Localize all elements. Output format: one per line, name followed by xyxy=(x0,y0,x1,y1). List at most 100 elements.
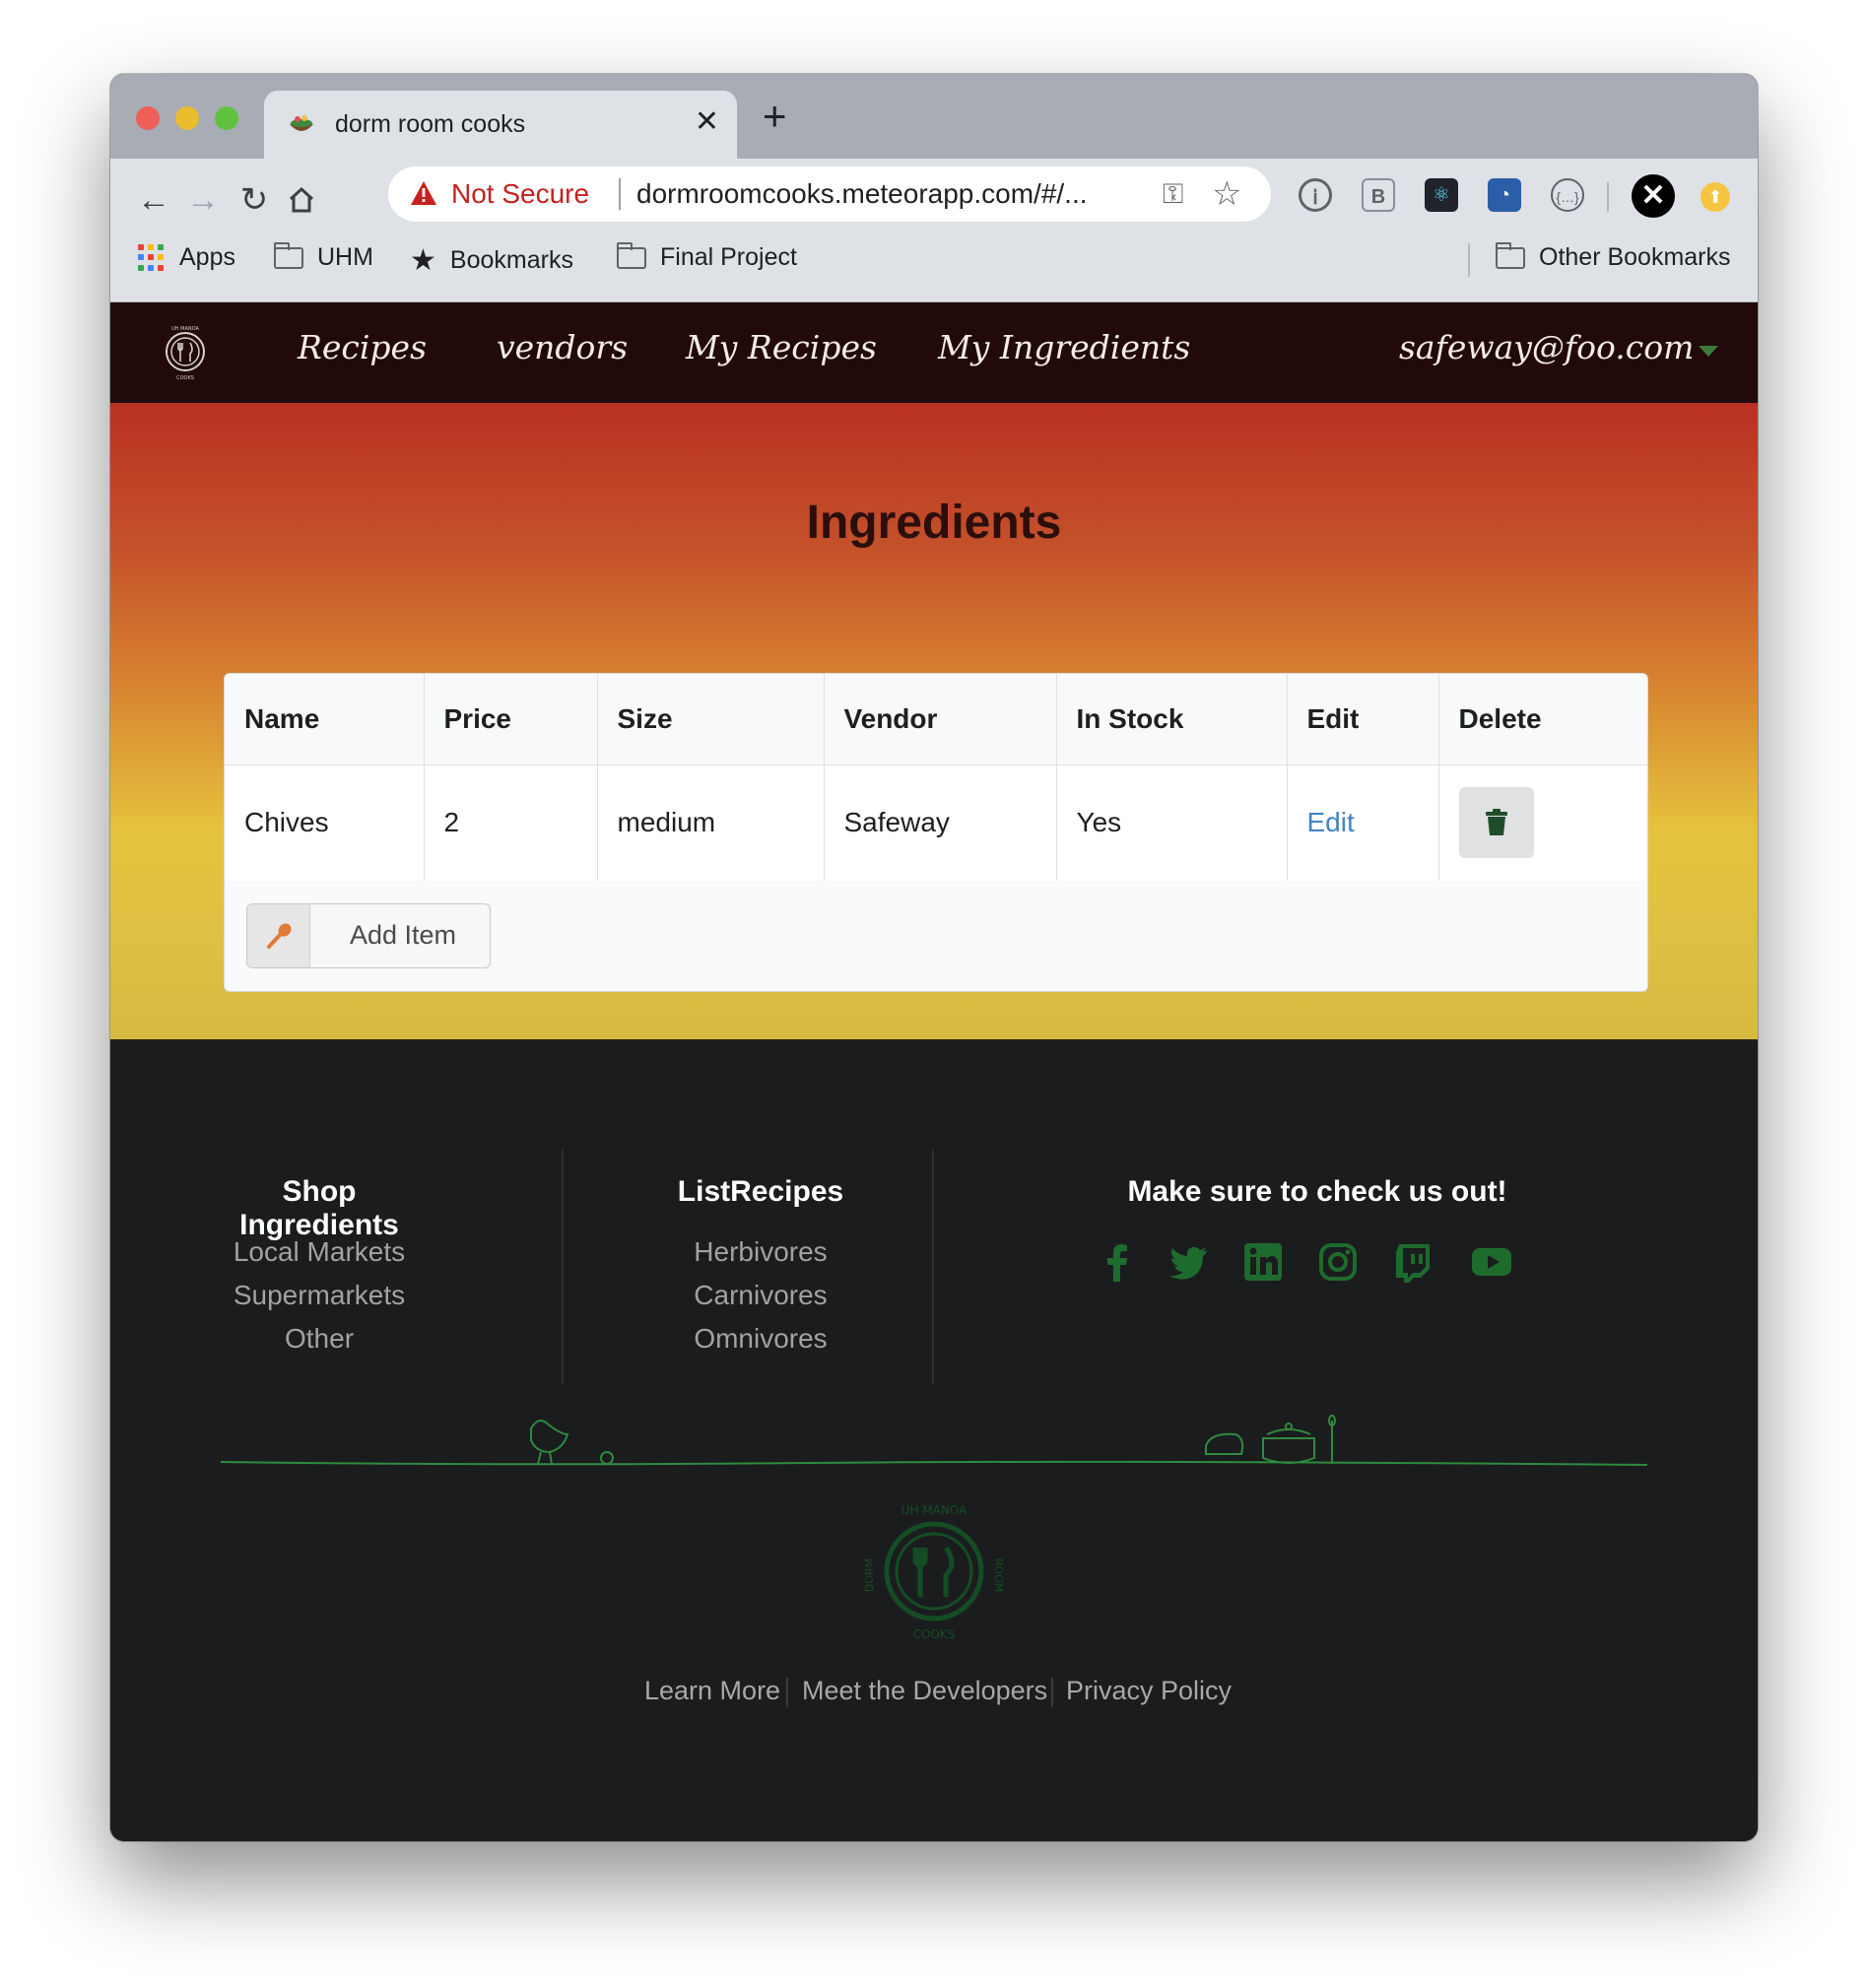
forward-arrow-icon[interactable]: → xyxy=(181,178,225,222)
bookmark-label: Bookmarks xyxy=(449,246,573,274)
footer-link-omnivores[interactable]: Omnivores xyxy=(662,1323,859,1355)
instagram-icon[interactable] xyxy=(1316,1240,1360,1284)
ingredients-table: Name Price Size Vendor In Stock Edit Del… xyxy=(225,674,1647,882)
close-x-extension-icon[interactable]: ✕ xyxy=(1632,174,1675,218)
footer-divider xyxy=(562,1150,564,1384)
close-window-button[interactable] xyxy=(136,106,160,130)
nav-my-recipes-link[interactable]: My Recipes xyxy=(686,328,877,366)
cell-delete xyxy=(1438,764,1647,882)
footer-learn-more-link[interactable]: Learn More xyxy=(644,1676,780,1706)
table-footer: Add Item xyxy=(225,881,1647,991)
footer-privacy-policy-link[interactable]: Privacy Policy xyxy=(1066,1676,1232,1706)
bookmark-bookmarks[interactable]: ★ Bookmarks xyxy=(410,243,573,278)
web-page: UH MANOA COOKS Recipes vendors My Recipe… xyxy=(110,302,1758,1841)
warning-icon xyxy=(411,181,436,205)
bootstrap-extension-icon[interactable]: B xyxy=(1362,178,1395,212)
json-extension-icon[interactable]: {…} xyxy=(1551,178,1584,212)
cell-name: Chives xyxy=(225,764,425,882)
bookmark-uhm[interactable]: UHM xyxy=(274,241,373,272)
footer-meet-developers-link[interactable]: Meet the Developers xyxy=(802,1676,1047,1706)
new-tab-button[interactable]: + xyxy=(763,96,787,137)
bookmark-label: Final Project xyxy=(660,243,797,271)
ingredients-section: Ingredients Name Price Size Vendor In St… xyxy=(110,403,1758,1039)
bookmark-label: Apps xyxy=(179,243,235,271)
page-title: Ingredients xyxy=(806,497,1062,549)
footer-link-carnivores[interactable]: Carnivores xyxy=(662,1280,859,1311)
bookmark-star-icon[interactable]: ☆ xyxy=(1212,174,1241,214)
bookmark-apps[interactable]: Apps xyxy=(138,243,235,272)
tab-title: dorm room cooks xyxy=(335,110,526,138)
bookmark-label: UHM xyxy=(317,243,373,271)
security-label[interactable]: Not Secure xyxy=(451,178,589,210)
caret-down-icon[interactable] xyxy=(1699,346,1718,357)
folder-icon xyxy=(617,241,646,269)
table-row: Chives 2 medium Safeway Yes Edit xyxy=(225,764,1647,882)
url-text[interactable]: dormroomcooks.meteorapp.com/#/... xyxy=(636,178,1088,210)
onepassword-extension-icon[interactable]: ⅰ xyxy=(1299,178,1332,212)
header-delete: Delete xyxy=(1438,674,1647,765)
bookmarks-separator xyxy=(1468,243,1470,277)
facebook-icon[interactable] xyxy=(1096,1240,1139,1284)
linkedin-icon[interactable] xyxy=(1241,1240,1285,1284)
url-separator xyxy=(619,178,621,210)
footer-col3-title: Make sure to check us out! xyxy=(1127,1175,1507,1208)
header-in-stock: In Stock xyxy=(1056,674,1288,765)
footer-link-other[interactable]: Other xyxy=(221,1323,418,1355)
folder-icon xyxy=(274,241,303,269)
apps-grid-icon xyxy=(138,243,166,272)
address-bar[interactable]: Not Secure dormroomcooks.meteorapp.com/#… xyxy=(388,166,1271,222)
footer-link-supermarkets[interactable]: Supermarkets xyxy=(221,1280,418,1311)
react-devtools-icon[interactable]: ⚛ xyxy=(1425,178,1458,212)
header-price: Price xyxy=(424,674,598,765)
bookmark-other-bookmarks[interactable]: Other Bookmarks xyxy=(1496,241,1731,272)
footer-link-herbivores[interactable]: Herbivores xyxy=(662,1236,859,1268)
twitch-icon[interactable] xyxy=(1391,1240,1434,1284)
footer-link-separator xyxy=(1051,1678,1053,1707)
nav-recipes-link[interactable]: Recipes xyxy=(298,328,427,366)
minimize-window-button[interactable] xyxy=(175,106,199,130)
ingredients-table-card: Name Price Size Vendor In Stock Edit Del… xyxy=(224,673,1648,992)
header-size: Size xyxy=(597,674,825,765)
svg-text:COOKS: COOKS xyxy=(176,375,194,381)
bookmark-final-project[interactable]: Final Project xyxy=(617,241,797,272)
dorm-room-cooks-logo[interactable]: UH MANOA COOKS xyxy=(156,322,215,381)
reload-icon[interactable]: ↻ xyxy=(233,178,276,222)
browser-window: dorm room cooks ✕ + ← → ↻ Not Secure dor… xyxy=(110,74,1758,1841)
add-item-button[interactable]: Add Item xyxy=(246,903,491,968)
redux-extension-icon[interactable]: ◔ xyxy=(1488,178,1521,212)
cell-edit: Edit xyxy=(1287,764,1439,882)
add-item-label: Add Item xyxy=(350,920,457,950)
tab-strip: dorm room cooks ✕ + xyxy=(110,74,1758,159)
site-navbar: UH MANOA COOKS Recipes vendors My Recipe… xyxy=(110,302,1758,403)
key-icon[interactable]: ⚿ xyxy=(1163,178,1183,211)
footer-col1-title: Shop Ingredients xyxy=(239,1175,399,1241)
twitter-icon[interactable] xyxy=(1167,1240,1210,1284)
back-arrow-icon[interactable]: ← xyxy=(132,178,175,222)
youtube-icon[interactable] xyxy=(1470,1240,1513,1284)
footer-link-separator xyxy=(786,1678,788,1707)
svg-text:DORM: DORM xyxy=(863,1558,876,1592)
browser-tab[interactable]: dorm room cooks ✕ xyxy=(264,91,737,159)
header-name: Name xyxy=(225,674,425,765)
bookmark-label: Other Bookmarks xyxy=(1539,243,1731,271)
zoom-window-button[interactable] xyxy=(215,106,238,130)
footer-link-local-markets[interactable]: Local Markets xyxy=(221,1236,418,1268)
trash-icon xyxy=(1485,809,1507,835)
folder-icon xyxy=(1496,241,1525,269)
home-icon[interactable] xyxy=(280,178,323,222)
svg-text:UH MANOA: UH MANOA xyxy=(171,326,199,332)
bowl-favicon-icon xyxy=(290,115,313,131)
browser-toolbar: ← → ↻ Not Secure dormroomcooks.meteorapp… xyxy=(110,159,1758,302)
user-menu[interactable]: safeway@foo.com xyxy=(1399,328,1694,366)
close-tab-icon[interactable]: ✕ xyxy=(695,104,719,139)
nav-my-ingredients-link[interactable]: My Ingredients xyxy=(938,328,1190,366)
delete-button[interactable] xyxy=(1458,787,1534,858)
nav-vendors-link[interactable]: vendors xyxy=(497,328,628,366)
edit-link[interactable]: Edit xyxy=(1307,807,1355,837)
cell-in-stock: Yes xyxy=(1056,764,1288,882)
header-edit: Edit xyxy=(1287,674,1439,765)
footer-logo: UH MANOA COOKS DORM ROOM xyxy=(863,1503,1005,1641)
svg-text:ROOM: ROOM xyxy=(992,1558,1005,1592)
kitchen-line-illustration xyxy=(221,1415,1647,1466)
update-extension-icon[interactable]: ⬆ xyxy=(1701,182,1730,212)
